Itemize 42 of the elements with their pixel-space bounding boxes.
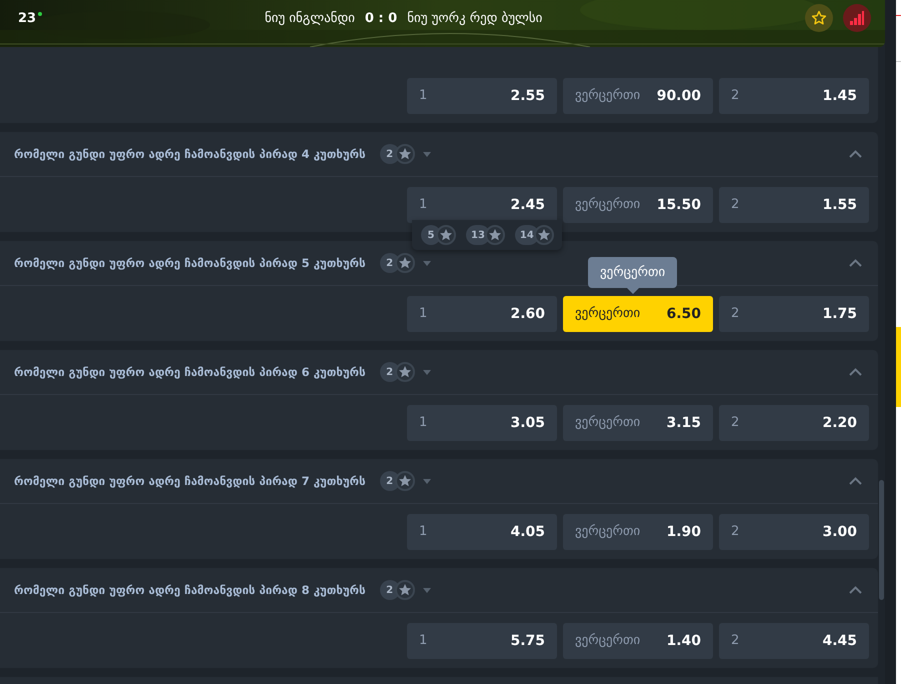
odds-button[interactable]: ვერცერთი 90.00 — [563, 78, 713, 114]
market-title: რომელი გუნდი უფრო ადრე ჩამოანვდის პირად 5 კუთხურს — [14, 256, 366, 270]
odds-button[interactable]: ვერცერთი 1.90 — [563, 514, 713, 550]
collapse-chevron-icon[interactable] — [849, 586, 862, 594]
dropdown-caret-icon[interactable] — [422, 478, 431, 484]
tooltip-text: ვერცერთი — [599, 264, 666, 282]
odds-button[interactable]: 1 2.60 — [407, 296, 557, 332]
market-title: რომელი გუნდი უფრო ადრე ჩამოანვდის პირად 8 კუთხურს — [14, 583, 366, 597]
scrollbar-thumb[interactable] — [879, 480, 884, 600]
odds-button[interactable]: 1 2.45 — [407, 186, 557, 222]
dropdown-caret-icon[interactable] — [422, 152, 431, 156]
odds-button[interactable]: 1 4.05 — [407, 514, 557, 550]
odds-button[interactable]: 1 3.05 — [407, 404, 557, 440]
collapse-chevron-icon[interactable] — [849, 150, 862, 158]
collapse-chevron-icon[interactable] — [849, 368, 862, 376]
count-badge: 14 — [514, 225, 539, 245]
market-title: რომელი გუნდი უფრო ადრე ჩამოანვდის პირად 7 კუთხურს — [14, 474, 366, 488]
odds-button[interactable]: 1 2.55 — [407, 78, 557, 114]
odds-button[interactable]: 1 5.75 — [407, 622, 557, 658]
market-title: რომელი გუნდი უფრო ადრე ჩამოანვდის პირად 4 კუთხურს — [14, 147, 366, 161]
dropdown-caret-icon[interactable] — [422, 588, 431, 592]
score: 0 : 0 — [364, 10, 398, 26]
dropdown-caret-icon[interactable] — [422, 260, 431, 266]
match-minute: 23 — [18, 10, 36, 26]
dropdown-caret-icon[interactable] — [422, 370, 431, 374]
odds-button[interactable]: 2 3.00 — [719, 514, 869, 550]
odds-button[interactable]: ვერცერთი 3.15 — [563, 404, 713, 440]
odds-button[interactable]: 2 4.45 — [719, 622, 869, 658]
odds-button[interactable]: 2 1.75 — [719, 296, 869, 332]
odds-button[interactable]: ვერცერთი 15.50 — [563, 186, 713, 222]
home-team: ნიუ ინგლანდი — [264, 10, 355, 26]
odds-button[interactable]: ვერცერთი 1.40 — [563, 622, 713, 658]
odds-button[interactable]: 2 1.55 — [719, 186, 869, 222]
market-title: რომელი გუნდი უფრო ადრე ჩამოანვდის პირად 6 კუთხურს — [14, 365, 366, 379]
collapse-chevron-icon[interactable] — [849, 477, 862, 485]
live-dot — [38, 12, 42, 16]
collapse-chevron-icon[interactable] — [849, 259, 862, 267]
away-team: ნიუ უორკ რედ ბულსი — [407, 10, 542, 26]
odds-button[interactable]: 2 1.45 — [719, 78, 869, 114]
star-icon — [811, 10, 827, 26]
bar-chart-icon — [850, 11, 864, 25]
odds-button[interactable]: 2 2.20 — [719, 404, 869, 440]
